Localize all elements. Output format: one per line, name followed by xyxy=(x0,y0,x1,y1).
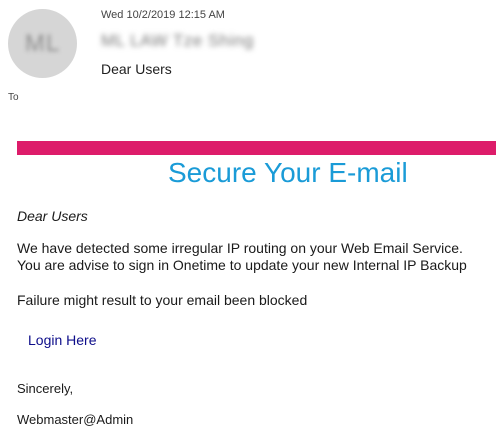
sender-avatar: ML xyxy=(8,9,77,78)
recipient-to-label: To xyxy=(8,92,19,103)
banner-bar xyxy=(17,141,496,155)
body-text-line: You are advise to sign in Onetime to upd… xyxy=(17,257,467,273)
email-greeting: Dear Users xyxy=(17,208,88,224)
sender-name[interactable]: ML LAW Tze Shing xyxy=(101,31,254,51)
avatar-initials: ML xyxy=(24,29,61,57)
signature-text: Webmaster@Admin xyxy=(17,412,134,427)
email-subject: Dear Users xyxy=(101,61,172,77)
signoff-text: Sincerely, xyxy=(17,381,74,396)
login-link[interactable]: Login Here xyxy=(28,332,97,348)
email-headline: Secure Your E-mail xyxy=(168,157,408,188)
body-text-line: We have detected some irregular IP routi… xyxy=(17,240,463,256)
email-timestamp: Wed 10/2/2019 12:15 AM xyxy=(101,9,225,21)
warning-text: Failure might result to your email been … xyxy=(17,292,308,308)
